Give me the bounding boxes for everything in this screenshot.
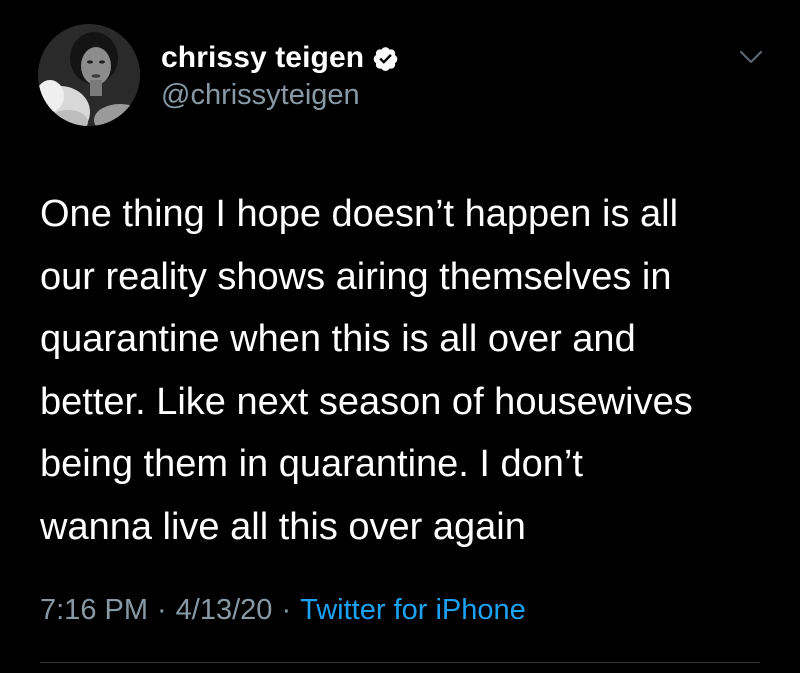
display-name[interactable]: chrissy teigen <box>161 41 364 75</box>
divider <box>40 662 760 663</box>
meta-separator: · <box>157 594 167 626</box>
chevron-down-icon[interactable] <box>738 48 764 66</box>
tweet-card: chrissy teigen @chrissyteigen One thing … <box>0 0 800 673</box>
tweet-time[interactable]: 7:16 PM <box>40 594 148 627</box>
tweet-text-line: wanna live all this over again <box>40 505 526 548</box>
tweet-text-line: being them in quarantine. I don’t <box>40 443 583 485</box>
tweet-meta: 7:16 PM · 4/13/20 · Twitter for iPhone <box>40 594 526 627</box>
tweet-text-line: quarantine when this is all over and <box>40 318 636 360</box>
tweet-date[interactable]: 4/13/20 <box>176 594 273 627</box>
tweet-text-line: better. Like next season of housewives <box>40 380 693 423</box>
meta-separator: · <box>281 594 292 626</box>
author-handle[interactable]: @chrissyteigen <box>161 79 360 112</box>
tweet-text-line: One thing I hope doesn’t happen is all <box>40 193 679 235</box>
tweet-text: One thing I hope doesn’t happen is all o… <box>40 183 780 558</box>
verified-badge-icon <box>372 45 399 72</box>
tweet-text-line: our reality shows airing themselves in <box>40 255 672 298</box>
author-name-row[interactable]: chrissy teigen <box>161 38 399 78</box>
avatar[interactable] <box>38 24 140 126</box>
tweet-source-link[interactable]: Twitter for iPhone <box>300 594 526 627</box>
